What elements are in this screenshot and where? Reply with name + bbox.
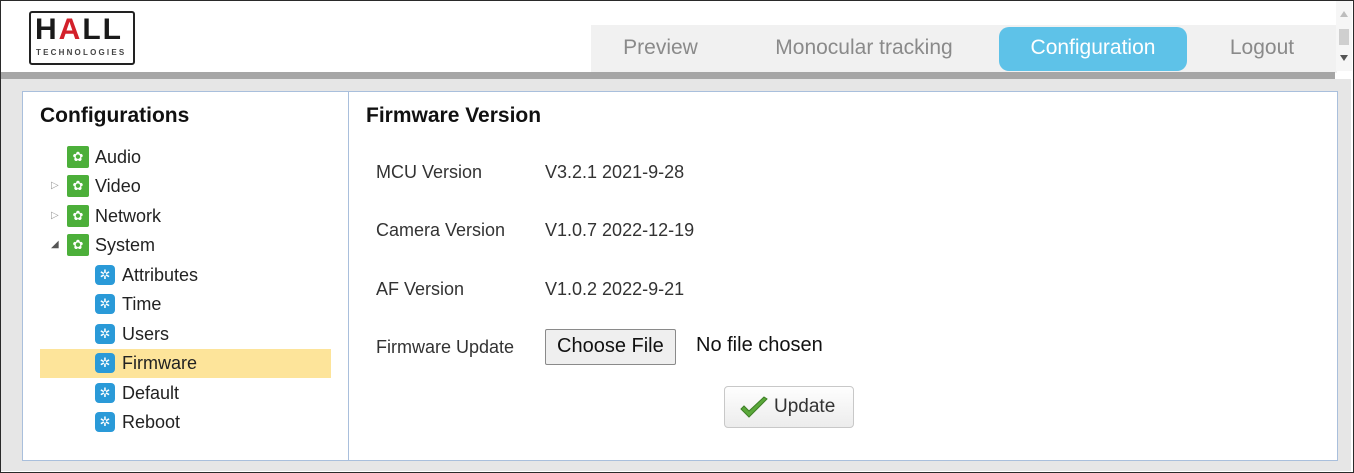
scroll-thumb[interactable] bbox=[1339, 29, 1349, 45]
gear-blue-icon: ✲ bbox=[95, 353, 115, 373]
gear-green-icon: ✿ bbox=[67, 234, 89, 256]
expand-arrow-icon[interactable]: ▷ bbox=[51, 203, 59, 229]
header-divider bbox=[1, 72, 1335, 79]
update-button-label: Update bbox=[774, 396, 836, 417]
gear-blue-icon: ✲ bbox=[95, 412, 115, 432]
tree-item-video[interactable]: ▷ ✿ Video bbox=[49, 173, 249, 199]
tree-item-reboot[interactable]: ✲ Reboot bbox=[95, 409, 295, 435]
config-panel: Configurations ✿ Audio ▷ ✿ Video ▷ ✿ Net… bbox=[22, 91, 1338, 461]
tree-item-attributes[interactable]: ✲ Attributes bbox=[95, 262, 295, 288]
sidebar-title: Configurations bbox=[40, 104, 190, 127]
collapse-arrow-icon[interactable]: ◢ bbox=[51, 232, 59, 258]
nav-monocular-tracking[interactable]: Monocular tracking bbox=[746, 25, 982, 73]
scroll-up-icon[interactable] bbox=[1340, 11, 1348, 17]
gear-green-icon: ✿ bbox=[67, 205, 89, 227]
choose-file-button[interactable]: Choose File bbox=[545, 329, 676, 365]
scroll-down-icon[interactable] bbox=[1340, 55, 1348, 61]
tree-item-firmware[interactable]: ✲ Firmware bbox=[40, 349, 331, 378]
header: HALL TECHNOLOGIES Preview Monocular trac… bbox=[1, 1, 1337, 73]
mcu-version-label: MCU Version bbox=[376, 162, 483, 182]
gear-blue-icon: ✲ bbox=[95, 294, 115, 314]
af-version-label: AF Version bbox=[376, 279, 465, 299]
nav-preview[interactable]: Preview bbox=[591, 25, 730, 73]
gear-green-icon: ✿ bbox=[67, 175, 89, 197]
logo-wordmark: HALL bbox=[35, 13, 123, 46]
tree-item-default[interactable]: ✲ Default bbox=[95, 380, 295, 406]
gear-blue-icon: ✲ bbox=[95, 265, 115, 285]
gear-blue-icon: ✲ bbox=[95, 324, 115, 344]
gear-green-icon: ✿ bbox=[67, 146, 89, 168]
tree-item-network[interactable]: ▷ ✿ Network bbox=[49, 203, 249, 229]
nav-configuration[interactable]: Configuration bbox=[999, 27, 1187, 71]
checkmark-icon bbox=[740, 396, 768, 418]
camera-version-value: V1.0.7 2022-12-19 bbox=[545, 220, 695, 240]
firmware-panel: Firmware Version MCU Version V3.2.1 2021… bbox=[349, 92, 1336, 460]
hall-logo: HALL TECHNOLOGIES bbox=[29, 11, 135, 65]
expand-arrow-icon[interactable]: ▷ bbox=[51, 173, 59, 199]
af-version-value: V1.0.2 2022-9-21 bbox=[545, 279, 685, 299]
gear-blue-icon: ✲ bbox=[95, 383, 115, 403]
page-title: Firmware Version bbox=[366, 104, 542, 127]
top-nav: Preview Monocular tracking Configuration… bbox=[591, 25, 1337, 73]
mcu-version-value: V3.2.1 2021-9-28 bbox=[545, 162, 685, 182]
file-status: No file chosen bbox=[696, 334, 823, 356]
nav-logout[interactable]: Logout bbox=[1207, 25, 1317, 73]
scrollbar[interactable] bbox=[1336, 1, 1352, 71]
firmware-update-label: Firmware Update bbox=[376, 337, 515, 357]
tree-item-audio[interactable]: ✿ Audio bbox=[49, 144, 249, 170]
tree-item-time[interactable]: ✲ Time bbox=[95, 291, 295, 317]
camera-version-label: Camera Version bbox=[376, 220, 506, 240]
tree-item-users[interactable]: ✲ Users bbox=[95, 321, 295, 347]
update-button[interactable]: Update bbox=[724, 386, 854, 428]
tree-item-system[interactable]: ◢ ✿ System bbox=[49, 232, 249, 258]
config-sidebar: Configurations ✿ Audio ▷ ✿ Video ▷ ✿ Net… bbox=[23, 92, 349, 460]
logo-subtitle: TECHNOLOGIES bbox=[36, 48, 127, 57]
